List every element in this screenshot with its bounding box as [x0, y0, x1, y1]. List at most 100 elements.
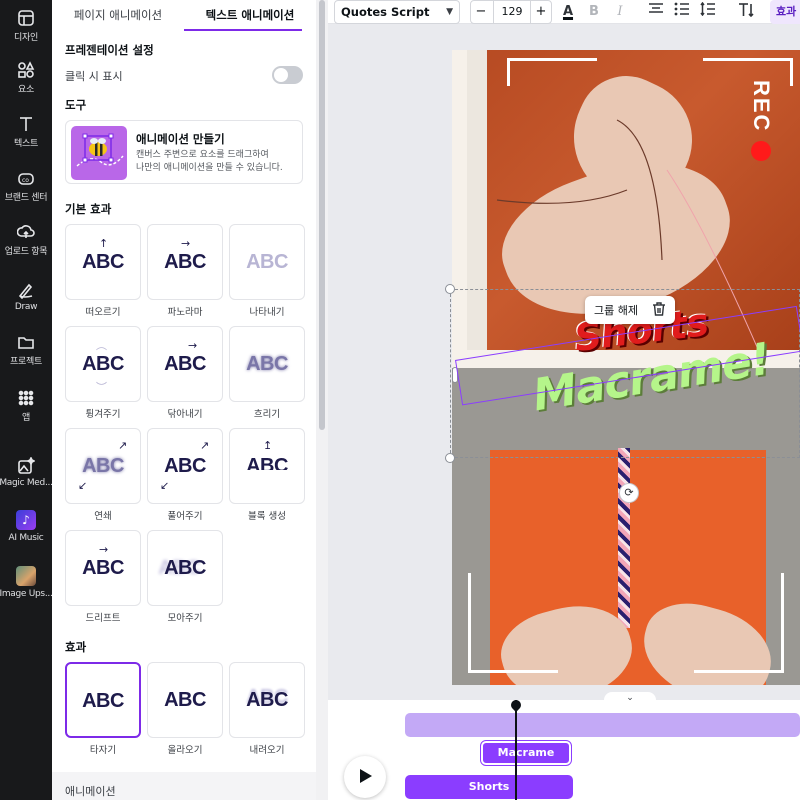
rail-item-magic-media[interactable]: Magic Med...: [0, 446, 53, 498]
frame-corner: [694, 573, 784, 673]
apps-grid-icon: [18, 390, 34, 406]
effect-tile-fade[interactable]: ABC: [229, 224, 305, 300]
diagonal-arrow-icon: ↗: [118, 439, 128, 452]
create-animation-title: 애니메이션 만들기: [136, 132, 225, 146]
bold-button[interactable]: B: [584, 2, 604, 22]
resize-handle-top-left[interactable]: [445, 284, 455, 294]
timeline-playhead[interactable]: [515, 700, 517, 800]
effect-sample: ABC: [246, 455, 288, 477]
effect-name: 튕겨주기: [85, 409, 121, 420]
play-button[interactable]: [344, 756, 386, 798]
font-family-select[interactable]: Quotes Script ▼: [334, 0, 460, 24]
rail-item-brand-center[interactable]: co 브랜드 센터: [0, 160, 52, 212]
resize-handle-bottom-left[interactable]: [445, 453, 455, 463]
clip-label: Shorts: [468, 780, 510, 793]
ai-music-icon: ♪: [16, 509, 36, 530]
svg-text:co: co: [22, 177, 29, 184]
vertical-text-button[interactable]: [736, 2, 756, 22]
effect-tile-descend[interactable]: ABC: [229, 662, 305, 738]
effect-tile-chain[interactable]: ↗ ABC ↙: [65, 428, 141, 504]
effect-sample: ABC: [164, 353, 206, 375]
video-track[interactable]: [405, 713, 800, 737]
create-animation-card[interactable]: 애니메이션 만들기 캔버스 주변으로 요소를 드래그하여 나만의 애니메이션을 …: [65, 120, 303, 184]
effect-tile-gather[interactable]: ABC: [147, 530, 223, 606]
effect-tile-bounce[interactable]: ︵ ABC ︶: [65, 326, 141, 402]
rail-label: 프로젝트: [10, 357, 42, 367]
effect-sample: ABC: [164, 557, 206, 579]
ungroup-button[interactable]: 그룹 해제: [594, 302, 638, 318]
panel-footer: 애니메이션: [52, 772, 316, 800]
diagonal-arrow-icon: ↙: [160, 479, 170, 492]
show-on-click-toggle[interactable]: [272, 66, 303, 84]
rail-label: Magic Med...: [0, 477, 53, 488]
effect-tile-release[interactable]: ↗ ABC ↙: [147, 428, 223, 504]
increase-font-size-button[interactable]: +: [531, 1, 551, 23]
presentation-settings-title: 프레젠테이션 설정: [65, 43, 154, 57]
effect-tile-wipe[interactable]: → ABC: [147, 326, 223, 402]
spacing-button[interactable]: [698, 1, 718, 22]
decrease-font-size-button[interactable]: −: [471, 1, 491, 23]
recording-dot-icon[interactable]: [751, 141, 771, 161]
effects-button[interactable]: 효과: [770, 0, 800, 24]
rail-item-draw[interactable]: Draw: [0, 270, 52, 322]
rail-label: 텍스트: [14, 139, 38, 149]
rail-label: 요소: [18, 85, 34, 95]
frame-corner: [468, 573, 558, 673]
tab-text-animation[interactable]: 텍스트 애니메이션: [184, 0, 316, 32]
text-color-button[interactable]: A: [558, 2, 578, 22]
rotate-icon[interactable]: ⟳: [619, 483, 639, 503]
rail-item-design[interactable]: 디자인: [0, 0, 52, 52]
create-animation-desc-line2: 나만의 애니메이션을 만들 수 있습니다.: [136, 163, 283, 173]
tab-page-animation[interactable]: 페이지 애니메이션: [52, 0, 184, 32]
rail-item-elements[interactable]: 요소: [0, 52, 52, 104]
scrollbar-thumb[interactable]: [319, 0, 325, 430]
trash-icon[interactable]: [651, 301, 667, 317]
effect-name: 내려오기: [249, 745, 285, 756]
effect-tile-rise[interactable]: ↑ ABC: [65, 224, 141, 300]
timeline-clip-shorts[interactable]: Shorts: [405, 775, 573, 799]
effect-tile-typewriter[interactable]: ABC: [65, 662, 141, 738]
magic-media-icon: [18, 456, 35, 474]
effect-name: 연쇄: [94, 511, 112, 522]
effect-tile-blur[interactable]: ABC: [229, 326, 305, 402]
effect-sample: ABC: [246, 251, 288, 273]
panel-scrollbar[interactable]: [316, 0, 328, 800]
effect-name: 타자기: [89, 745, 117, 756]
collapse-timeline-button[interactable]: ⌄: [604, 692, 656, 706]
bounce-lines-icon: ︶: [96, 381, 107, 394]
rail-item-ai-music[interactable]: ♪ AI Music: [0, 500, 52, 552]
right-arrow-icon: →: [188, 339, 198, 352]
effect-sample: ABC: [82, 455, 124, 477]
animation-panel: 페이지 애니메이션 텍스트 애니메이션 프레젠테이션 설정 클릭 시 표시 도구…: [52, 0, 316, 800]
font-size-stepper: − 129 +: [470, 0, 552, 24]
rail-label: 앱: [22, 413, 30, 423]
create-animation-thumbnail: [71, 126, 127, 180]
rail-item-image-upscaler[interactable]: Image Ups...: [0, 556, 53, 608]
italic-button[interactable]: I: [610, 2, 630, 22]
rail-item-projects[interactable]: 프로젝트: [0, 324, 52, 376]
list-button[interactable]: [672, 2, 692, 22]
align-center-button[interactable]: [646, 2, 666, 22]
rail-label: 디자인: [14, 33, 38, 43]
image-upscaler-icon: [16, 565, 36, 586]
effect-tile-rise-up[interactable]: ABC: [147, 662, 223, 738]
rec-label[interactable]: REC: [748, 80, 774, 132]
effect-tile-drift[interactable]: → ABC: [65, 530, 141, 606]
font-size-input[interactable]: 129: [493, 1, 531, 23]
rail-item-apps[interactable]: 앱: [0, 380, 52, 432]
effect-sample: ABC: [82, 251, 124, 273]
rail-label: Draw: [14, 301, 38, 312]
align-center-icon: [649, 3, 663, 13]
active-tab-indicator: [184, 29, 302, 31]
timeline-clip-macrame[interactable]: Macrame: [480, 740, 572, 766]
effect-tile-pan[interactable]: → ABC: [147, 224, 223, 300]
effect-name: 드리프트: [85, 613, 121, 624]
left-nav-rail: 디자인 요소 텍스트 co 브랜드 센터 업로드 항목 Draw 프로젝트 앱 …: [0, 0, 53, 800]
effect-sample: ABC: [246, 353, 288, 375]
rail-item-uploads[interactable]: 업로드 항목: [0, 214, 52, 266]
rail-item-text[interactable]: 텍스트: [0, 106, 52, 158]
animation-footer-title: 애니메이션: [65, 785, 116, 798]
effect-tile-block[interactable]: ↥ ABC: [229, 428, 305, 504]
tools-title: 도구: [65, 98, 87, 112]
upload-icon: [17, 225, 35, 238]
